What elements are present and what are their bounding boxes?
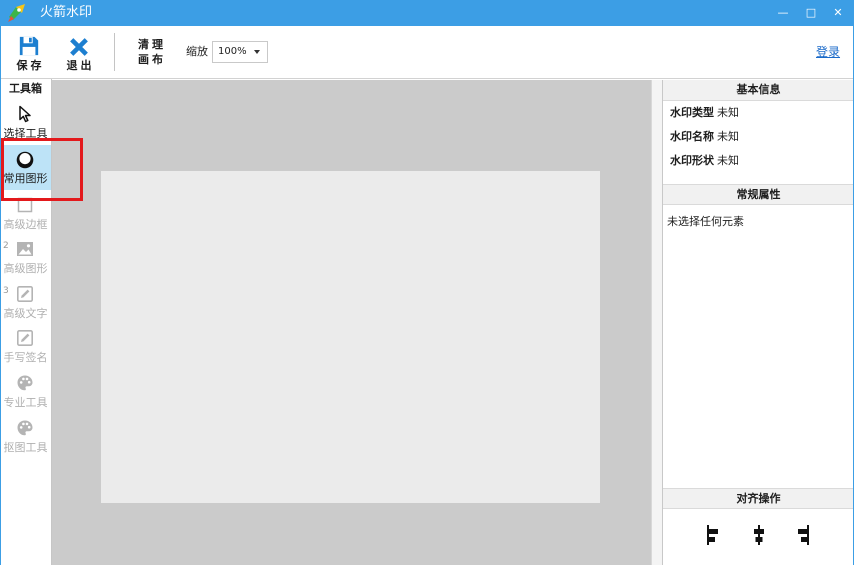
window-title: 火箭水印 — [40, 5, 93, 20]
close-x-icon — [70, 38, 88, 56]
canvas-scrollbar[interactable] — [651, 80, 662, 565]
toolbar-separator — [114, 33, 115, 71]
save-button[interactable]: 保存 — [12, 30, 46, 76]
canvas-area[interactable] — [52, 80, 651, 565]
field-value: 未知 — [717, 130, 739, 143]
exit-label: 退出 — [66, 59, 95, 72]
login-link[interactable]: 登录 — [816, 45, 840, 59]
field-label: 水印类型 — [670, 106, 714, 119]
field-watermark-type: 水印类型 未知 — [663, 104, 854, 122]
tool-label: 抠图工具 — [3, 441, 48, 454]
align-right-icon[interactable] — [796, 525, 810, 545]
properties-panel: 基本信息 水印类型 未知 水印名称 未知 水印形状 未知 常规属性 未选择任何元… — [662, 80, 854, 565]
align-center-icon[interactable] — [752, 525, 766, 545]
zoom-dropdown[interactable]: 100% — [212, 41, 268, 63]
tool-advanced-graphics[interactable]: 2 高级图形 — [0, 235, 51, 280]
close-button[interactable]: ✕ — [827, 3, 849, 23]
align-operations-header: 对齐操作 — [663, 488, 854, 509]
tool-label: 高级文字 — [3, 307, 48, 320]
clear-canvas-label-line2: 画布 — [138, 53, 166, 66]
tool-label: 高级图形 — [3, 262, 48, 275]
palette-icon — [17, 375, 33, 391]
field-value: 未知 — [717, 106, 739, 119]
tool-badge: 3 — [3, 286, 9, 296]
no-selection-message: 未选择任何元素 — [667, 215, 744, 228]
minimize-button[interactable]: — — [772, 3, 794, 23]
field-watermark-shape: 水印形状 未知 — [663, 152, 854, 170]
toolbar: 保存 退出 清理 画布 缩放 100% 登录 — [0, 26, 854, 79]
floppy-disk-icon — [19, 36, 39, 56]
tool-cutout[interactable]: 抠图工具 — [0, 414, 51, 459]
app-window: 火箭水印 — □ ✕ 保存 退出 清理 画布 缩放 100% 登录 工具箱 选择… — [0, 0, 854, 565]
tool-handwritten-signature[interactable]: 手写签名 — [0, 324, 51, 369]
title-bar[interactable]: 火箭水印 — □ ✕ — [0, 0, 854, 26]
exit-button[interactable]: 退出 — [62, 30, 96, 76]
window-border-left — [0, 26, 1, 565]
signature-pen-icon — [16, 329, 33, 346]
field-label: 水印形状 — [670, 154, 714, 167]
general-properties-header: 常规属性 — [663, 184, 854, 205]
toolbox-title: 工具箱 — [9, 82, 42, 95]
canvas-page[interactable] — [101, 171, 600, 503]
clear-canvas-label-line1: 清理 — [138, 38, 166, 51]
tool-label: 手写签名 — [3, 351, 48, 364]
field-value: 未知 — [717, 154, 739, 167]
palette-icon — [17, 420, 33, 436]
maximize-button[interactable]: □ — [800, 3, 822, 23]
highlight-box — [1, 138, 83, 201]
zoom-label: 缩放 — [186, 45, 208, 58]
text-edit-icon — [16, 285, 33, 302]
field-watermark-name: 水印名称 未知 — [663, 128, 854, 146]
tool-advanced-text[interactable]: 3 高级文字 — [0, 280, 51, 325]
basic-info-header: 基本信息 — [663, 80, 854, 101]
tool-label: 专业工具 — [3, 396, 48, 409]
clear-canvas-button[interactable]: 清理 画布 — [138, 37, 172, 69]
save-label: 保存 — [16, 59, 45, 72]
image-icon — [17, 242, 33, 256]
tool-professional[interactable]: 专业工具 — [0, 369, 51, 414]
zoom-value: 100% — [218, 46, 247, 57]
cursor-icon — [19, 105, 31, 123]
dropdown-arrow-icon — [254, 50, 260, 54]
rocket-app-icon — [8, 4, 25, 22]
field-label: 水印名称 — [670, 130, 714, 143]
align-left-icon[interactable] — [706, 525, 720, 545]
tool-badge: 2 — [3, 241, 9, 251]
tool-label: 高级边框 — [3, 218, 48, 231]
